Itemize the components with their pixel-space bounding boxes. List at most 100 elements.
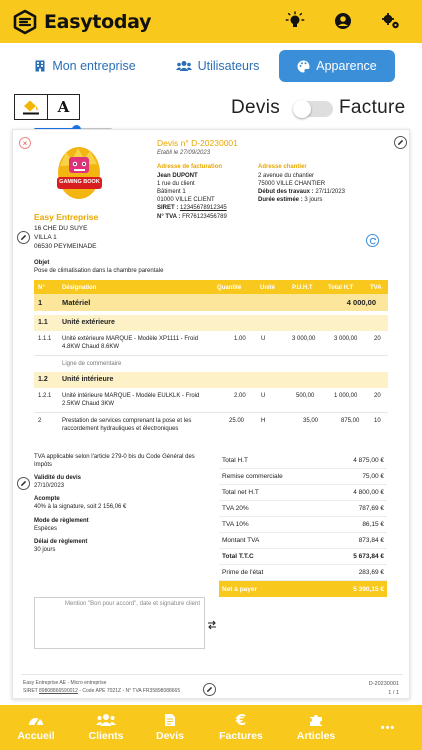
total-label: Total H.T (222, 457, 249, 464)
tab-utilisateurs[interactable]: Utilisateurs (165, 50, 270, 82)
total-label: Remise commerciale (222, 473, 283, 480)
row-divider (34, 412, 388, 413)
total-row: Total H.T 4 875,00 € (219, 453, 387, 469)
fill-color-button[interactable] (14, 94, 47, 120)
col-header: Quantité (217, 284, 242, 291)
nav-accueil[interactable]: Accueil (8, 705, 64, 750)
company-name: Easy Entreprise (34, 212, 99, 222)
table-row[interactable]: 1.1.1 Unité extérieure MARQUE - Modèle X… (34, 331, 388, 355)
footer-page-number: 1 / 1 (388, 689, 399, 696)
duration-label: Durée estimée : (258, 197, 303, 204)
palette-icon (297, 59, 310, 72)
total-value: 873,84 € (358, 537, 384, 544)
footer-divider (21, 674, 403, 675)
row-label: Unité extérieure (62, 319, 115, 326)
signature-box[interactable] (34, 597, 205, 649)
col-header: Désignation (62, 284, 97, 291)
row-label: Unité intérieure (62, 376, 114, 383)
nav-devis[interactable]: Devis (145, 705, 195, 750)
row-qty: 1.00 (234, 336, 246, 342)
nav-factures[interactable]: € Factures (213, 705, 269, 750)
total-label: Total net H.T (222, 489, 259, 496)
euro-icon: € (235, 711, 247, 729)
nav-articles[interactable]: Articles (288, 705, 344, 750)
table-row[interactable]: 1.2.1 Unité intérieure MARQUE - Modèle E… (34, 388, 388, 412)
billing-address-block: Adresse de facturation Jean DUPONT 1 rue… (157, 163, 257, 221)
edit-company-button[interactable] (17, 231, 30, 244)
payment-label: Mode de règlement (34, 517, 89, 524)
row-unit: U (261, 393, 266, 399)
text-style-button[interactable]: A (47, 94, 80, 120)
row-num: 1.2.1 (38, 393, 52, 399)
dashboard-icon (29, 717, 43, 726)
app-root: Easytoday Mon entreprise Utilisateurs Ap… (0, 0, 422, 750)
site-line: 75000 VILLE CHANTIER (258, 181, 326, 188)
tab-mon-entreprise[interactable]: Mon entreprise (20, 50, 150, 82)
col-header: Total H.T (328, 284, 354, 291)
billing-line: 01000 VILLE CLIENT (157, 197, 215, 204)
top-bar: Easytoday (0, 0, 422, 43)
delay-value: 30 jours (34, 546, 56, 553)
total-label: TVA 20% (222, 505, 249, 512)
row-label: Matériel (62, 298, 91, 307)
row-tva: 10 (374, 418, 381, 424)
row-num: 2 (38, 418, 42, 424)
table-row-comment[interactable]: Ligne de commentaire (34, 356, 388, 370)
duration-value: 3 jours (304, 197, 323, 204)
client-siret: 12345678912345 (180, 205, 227, 212)
edit-notes-button[interactable] (17, 477, 30, 490)
row-unit-price: 500,00 (296, 393, 315, 399)
remove-logo-button[interactable]: × (19, 137, 31, 149)
settings-gears-icon[interactable] (381, 11, 401, 31)
edit-header-button[interactable] (394, 136, 407, 149)
site-address-block: Adresse chantier 2 avenue du chantier 75… (258, 163, 378, 204)
validity-value: 27/10/2023 (34, 483, 65, 490)
total-row-ttc: Total T.T.C 5 673,84 € (219, 549, 387, 565)
payment-value: Espèces (34, 525, 58, 532)
footer-rest: - Code APE 7021Z - N° TVA FR35898088665 (77, 687, 181, 694)
building-icon (35, 60, 45, 72)
col-header: Unité (260, 284, 275, 291)
col-header: N° (38, 284, 45, 291)
row-total: 875,00 (341, 418, 360, 424)
row-total: 1 000,00 (334, 393, 358, 399)
nav-label: Devis (155, 730, 185, 742)
edit-footer-button[interactable] (203, 683, 216, 696)
row-num: 1.1.1 (38, 336, 52, 342)
billing-title: Adresse de facturation (157, 164, 223, 170)
app-name: Easytoday (44, 10, 152, 33)
nav-label: Articles (296, 730, 336, 742)
app-logo[interactable]: Easytoday (12, 9, 151, 35)
start-date: 27/11/2023 (315, 189, 345, 196)
footer-page-info: D-20230001 1 / 1 (369, 680, 399, 698)
logo-icon (13, 9, 37, 34)
total-value: 283,69 € (358, 569, 384, 576)
idea-bulb-icon[interactable] (285, 11, 305, 31)
table-row-subsection[interactable]: 1.2 Unité intérieure (34, 372, 388, 388)
total-row: TVA 10% 86,15 € (219, 517, 387, 533)
nav-clients[interactable]: Clients (78, 705, 134, 750)
swap-icon[interactable] (207, 620, 217, 630)
quote-notes: TVA applicable selon l'article 279-0 bis… (34, 453, 209, 554)
table-row-section[interactable]: 1 Matériel 4 000,00 (34, 294, 388, 311)
total-row: Total net H.T 4 800,00 € (219, 485, 387, 501)
users-icon (175, 61, 192, 71)
user-account-icon[interactable] (333, 11, 353, 31)
table-header: N° Désignation Quantité Unité P.U.H.T To… (34, 280, 388, 294)
company-address-line: 06530 PEYMEINADE (34, 243, 97, 251)
quote-date: Etabli le 27/09/2023 (157, 150, 211, 156)
company-logo[interactable]: GAMING BOOK (47, 142, 112, 200)
table-row[interactable]: 2 Prestation de services comprenant la p… (34, 414, 388, 446)
tab-apparence[interactable]: Apparence (279, 50, 395, 82)
nav-more[interactable]: ••• (368, 705, 408, 750)
nav-label: Accueil (17, 730, 55, 742)
nav-label: Clients (88, 730, 124, 742)
tab-label: Utilisateurs (197, 59, 260, 73)
tva-note: TVA applicable selon l'article 279-0 bis… (34, 454, 195, 469)
row-tva: 20 (374, 336, 381, 342)
total-label: TVA 10% (222, 521, 249, 528)
refresh-button[interactable] (366, 234, 379, 247)
footer-doc-number: D-20230001 (368, 681, 399, 687)
devis-facture-toggle[interactable] (293, 100, 333, 118)
table-row-subsection[interactable]: 1.1 Unité extérieure (34, 315, 388, 331)
